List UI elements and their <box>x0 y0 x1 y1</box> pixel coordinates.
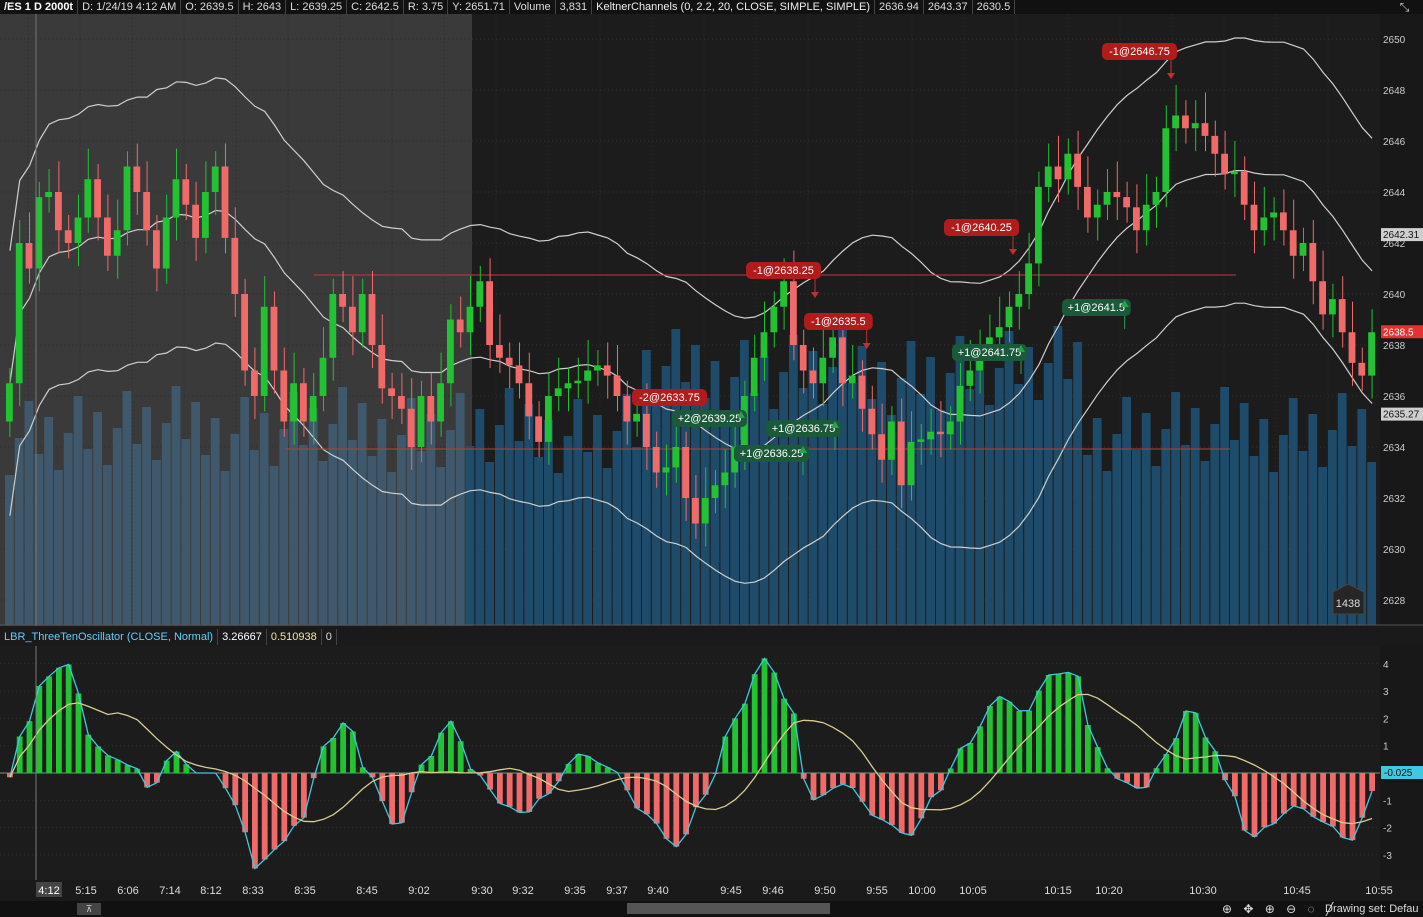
svg-text:2642.31: 2642.31 <box>1383 230 1420 241</box>
time-tick-label: 9:35 <box>564 885 585 897</box>
time-tick-label: 8:12 <box>200 885 221 897</box>
bar-high: H: 2643 <box>239 0 287 14</box>
bar-low: L: 2639.25 <box>286 0 348 14</box>
price-tick-label: 2630 <box>1383 545 1406 556</box>
svg-text:-0.025: -0.025 <box>1384 768 1413 779</box>
osc-tick-label: -2 <box>1383 824 1392 835</box>
price-tick-label: 2632 <box>1383 494 1406 505</box>
bar-close: C: 2642.5 <box>347 0 404 14</box>
price-tick-label: 2634 <box>1383 443 1406 454</box>
time-tick-label: 10:15 <box>1044 885 1072 897</box>
svg-text:-1@2638.25: -1@2638.25 <box>753 265 814 277</box>
keltner-lower-badge: 2635.27 <box>1381 407 1423 421</box>
price-tick-label: 2650 <box>1383 35 1406 46</box>
osc-tick-label: -3 <box>1383 851 1392 862</box>
svg-text:+1@2641.75: +1@2641.75 <box>958 347 1021 359</box>
time-tick-label: 8:35 <box>294 885 315 897</box>
keltner-mid-value: 2636.94 <box>875 0 924 14</box>
osc-tick-label: 4 <box>1383 660 1389 671</box>
volume-badge-text: 1438 <box>1336 598 1360 610</box>
symbol-selector[interactable]: /ES 1 D 2000t <box>0 0 79 14</box>
time-tick-label: 8:45 <box>356 885 377 897</box>
last-price-badge: 2638.5 <box>1381 325 1423 339</box>
svg-text:-1@2635.5: -1@2635.5 <box>811 316 866 328</box>
price-tick-label: 2628 <box>1383 596 1406 607</box>
time-tick-label: 9:55 <box>866 885 887 897</box>
time-tick-label: 10:55 <box>1365 885 1393 897</box>
time-tick-label: 9:02 <box>408 885 429 897</box>
osc-zero-badge: -0.025 <box>1381 766 1423 779</box>
time-tick-label: 10:00 <box>908 885 936 897</box>
svg-text:-2@2633.75: -2@2633.75 <box>639 392 700 404</box>
price-tick-label: 2638 <box>1383 341 1406 352</box>
time-tick-label: 10:45 <box>1283 885 1311 897</box>
bar-date: D: 1/24/19 4:12 AM <box>78 0 182 14</box>
oscillator-chart[interactable]: 4 3 2 1 -1 -2 -3 -0.025 <box>0 646 1423 880</box>
time-tick-label: 6:06 <box>117 885 138 897</box>
oscillator-value-2: 0.510938 <box>267 629 322 645</box>
time-tick-label: 5:15 <box>75 885 96 897</box>
time-tick-label: 9:50 <box>814 885 835 897</box>
osc-tick-label: 2 <box>1383 714 1389 725</box>
svg-text:-1@2640.25: -1@2640.25 <box>951 222 1012 234</box>
svg-text:+2@2639.25: +2@2639.25 <box>678 413 741 425</box>
time-tick-label: 10:30 <box>1189 885 1217 897</box>
time-axis[interactable]: 5:15 6:06 7:14 8:12 8:33 8:35 8:45 9:02 9:30 9:32… <box>0 880 1423 901</box>
oscillator-study-label[interactable]: LBR_ThreeTenOscillator (CLOSE, Normal) <box>0 629 219 645</box>
keltner-upper-badge: 2642.31 <box>1381 228 1423 242</box>
time-tick-label: 9:46 <box>762 885 783 897</box>
price-tick-label: 2648 <box>1383 86 1406 97</box>
osc-tick-label: 3 <box>1383 687 1389 698</box>
svg-text:-1@2646.75: -1@2646.75 <box>1109 46 1170 58</box>
chart-tools[interactable]: ⊕ ✥ ⊕ ⊖ ◌ ╱ <box>1222 901 1337 917</box>
price-tick-label: 2636 <box>1383 392 1406 403</box>
time-tick-label: 9:32 <box>512 885 533 897</box>
chart-header: /ES 1 D 2000t D: 1/24/19 4:12 AM O: 2639… <box>0 0 1423 14</box>
osc-tick-label: -1 <box>1383 796 1392 807</box>
price-tick-label: 2644 <box>1383 188 1406 199</box>
volume-value: 3,831 <box>556 0 593 14</box>
keltner-study-label[interactable]: KeltnerChannels (0, 2.2, 20, CLOSE, SIMP… <box>592 0 876 14</box>
price-chart[interactable]: -1@2646.75 -1@2640.25 -1@2638.25 -1@2635.5 -… <box>0 14 1423 626</box>
time-tick-label: 7:14 <box>159 885 180 897</box>
svg-text:+1@2636.75: +1@2636.75 <box>772 423 835 435</box>
svg-text:2638.5: 2638.5 <box>1383 327 1414 338</box>
time-tick-label: 9:40 <box>647 885 668 897</box>
drawing-set-selector[interactable]: Drawing set: Defau <box>1325 901 1419 917</box>
price-tick-label: 2640 <box>1383 290 1406 301</box>
keltner-upper-value: 2643.37 <box>924 0 973 14</box>
time-tick-label: 10:05 <box>959 885 987 897</box>
time-tick-label: 9:45 <box>720 885 741 897</box>
osc-tick-label: 1 <box>1383 742 1389 753</box>
svg-text:+1@2641.5: +1@2641.5 <box>1068 302 1125 314</box>
time-tick-label: 8:33 <box>242 885 263 897</box>
price-tick-label: 2646 <box>1383 137 1406 148</box>
oscillator-header: LBR_ThreeTenOscillator (CLOSE, Normal) 3… <box>0 629 337 645</box>
scroll-left-button[interactable]: ⊼ <box>77 903 101 915</box>
horizontal-scrollbar[interactable] <box>627 903 830 914</box>
expand-icon[interactable]: ⤡ <box>1386 0 1423 14</box>
time-tick-label: 9:37 <box>606 885 627 897</box>
keltner-lower-value: 2630.5 <box>973 0 1016 14</box>
cursor-time: 4:12 <box>38 885 59 897</box>
cursor-y: Y: 2651.71 <box>448 0 510 14</box>
svg-text:+1@2636.25: +1@2636.25 <box>740 448 803 460</box>
bar-open: O: 2639.5 <box>181 0 239 14</box>
bar-range: R: 3.75 <box>404 0 449 14</box>
time-tick-label: 9:30 <box>471 885 492 897</box>
time-tick-label: 10:20 <box>1095 885 1123 897</box>
oscillator-value-1: 3.26667 <box>218 629 267 645</box>
volume-study-label[interactable]: Volume <box>510 0 556 14</box>
svg-text:2635.27: 2635.27 <box>1383 410 1420 421</box>
oscillator-value-3: 0 <box>322 629 337 645</box>
